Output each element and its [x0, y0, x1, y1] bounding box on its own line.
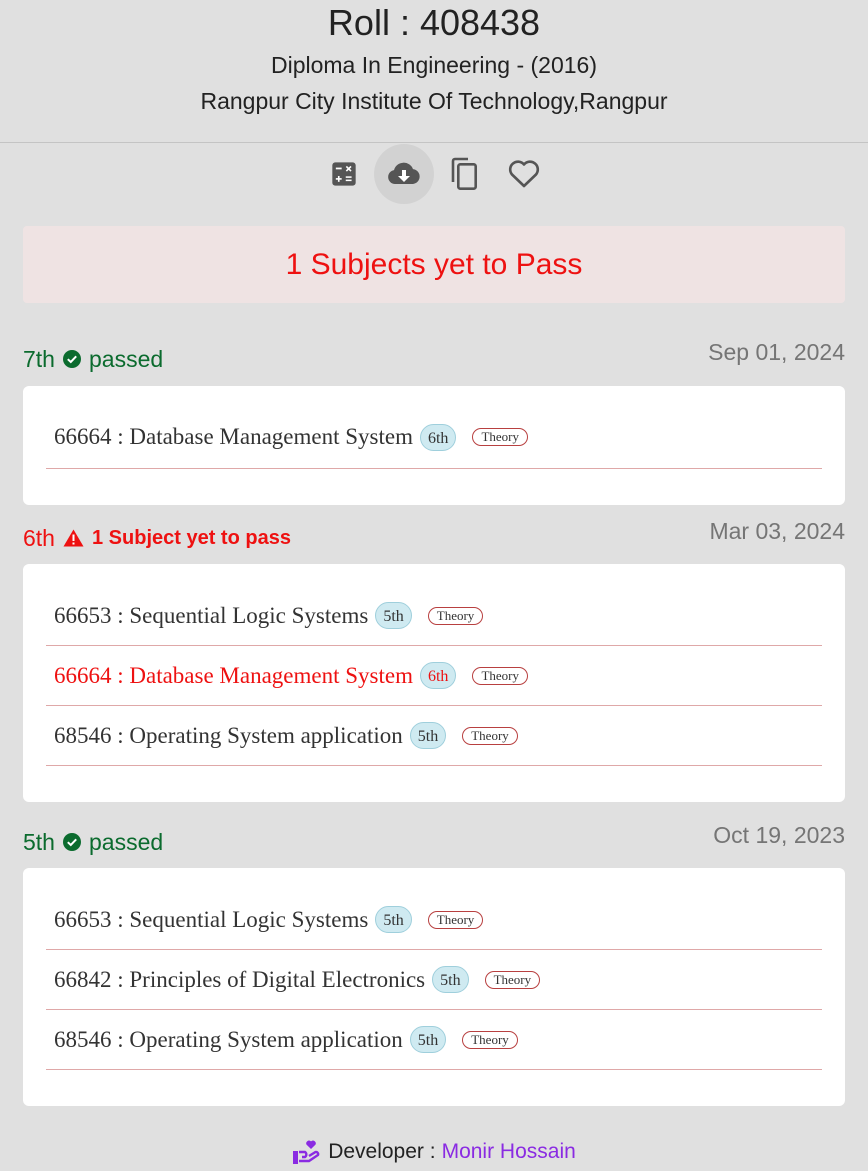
semester-badge: 6th: [419, 423, 457, 451]
subject-label: 66664 : Database Management System: [54, 662, 413, 688]
program-title: Diploma In Engineering - (2016): [270, 52, 597, 78]
subject-label: 66664 : Database Management System: [54, 424, 413, 449]
subject-card: 66664 : Database Management System 6th T…: [23, 386, 845, 505]
subject-card: 66653 : Sequential Logic Systems 5th The…: [23, 564, 845, 802]
publish-date: Mar 03, 2024: [709, 518, 845, 544]
heart-icon: [508, 160, 540, 188]
result-header: Roll : 408438 Diploma In Engineering - (…: [0, 0, 868, 143]
list-item: 66664 : Database Management System 6th T…: [46, 406, 822, 469]
semester-header: 7th passed Sep 01, 2024: [23, 339, 845, 375]
subject-label: 68546 : Operating System application: [54, 1026, 403, 1052]
list-item: 66842 : Principles of Digital Electronic…: [46, 950, 822, 1010]
list-item: 66664 : Database Management System 6th T…: [46, 646, 822, 706]
developer-credit: Developer : Monir Hossain: [0, 1137, 868, 1167]
warning-icon: [63, 529, 84, 547]
semester-badge: 5th: [432, 966, 469, 993]
subject-label: 68546 : Operating System application: [54, 722, 403, 748]
semester-badge: 5th: [409, 722, 447, 749]
semester-label: 5th: [23, 828, 55, 855]
check-circle-icon: [62, 833, 81, 851]
check-circle-icon: [62, 350, 81, 368]
semester-badge: 5th: [409, 1026, 447, 1053]
copy-button[interactable]: [434, 144, 494, 204]
semester-badge: 6th: [419, 662, 457, 689]
cloud-download-icon: [388, 162, 420, 184]
type-badge: Theory: [427, 910, 484, 929]
calculator-icon: [332, 162, 356, 186]
action-toolbar: [0, 143, 868, 205]
list-item: 68546 : Operating System application 5th…: [46, 1010, 822, 1070]
type-badge: Theory: [472, 666, 528, 685]
copy-icon: [451, 157, 477, 190]
subject-label: 66653 : Sequential Logic Systems: [54, 906, 369, 932]
pending-subjects-alert: 1 Subjects yet to Pass: [23, 226, 845, 303]
semester-status: passed: [88, 345, 164, 372]
semester-label: 7th: [23, 345, 55, 372]
developer-label: Developer :: [328, 1140, 436, 1163]
roll-number: Roll : 408438: [327, 2, 541, 43]
developer-name-link[interactable]: Monir Hossain: [442, 1140, 576, 1164]
semester-label: 6th: [23, 524, 55, 551]
favorite-button[interactable]: [494, 144, 554, 204]
type-badge: Theory: [462, 726, 518, 745]
semester-badge: 5th: [375, 602, 412, 629]
list-item: 68546 : Operating System application 5th…: [46, 706, 822, 766]
subject-label: 66842 : Principles of Digital Electronic…: [54, 966, 426, 992]
list-item: 66653 : Sequential Logic Systems 5th The…: [46, 586, 822, 646]
type-badge: Theory: [472, 428, 528, 446]
calculator-button[interactable]: [314, 144, 374, 204]
download-button[interactable]: [374, 144, 434, 204]
subject-label: 66653 : Sequential Logic Systems: [54, 602, 369, 628]
institute-name: Rangpur City Institute Of Technology,Ran…: [200, 88, 668, 114]
semester-header: 5th passed Oct 19, 2023: [23, 822, 845, 858]
type-badge: Theory: [427, 606, 484, 625]
type-badge: Theory: [484, 970, 541, 989]
type-badge: Theory: [462, 1030, 518, 1049]
subject-card: 66653 : Sequential Logic Systems 5th The…: [23, 868, 845, 1106]
hand-heart-icon: [293, 1140, 320, 1164]
semester-status: passed: [88, 828, 164, 855]
list-item: 66653 : Sequential Logic Systems 5th The…: [46, 890, 822, 950]
semester-header: 6th 1 Subject yet to pass Mar 03, 2024: [23, 518, 845, 554]
publish-date: Sep 01, 2024: [708, 339, 845, 365]
publish-date: Oct 19, 2023: [713, 822, 845, 848]
semester-status: 1 Subject yet to pass: [91, 526, 291, 549]
semester-badge: 5th: [375, 906, 412, 933]
